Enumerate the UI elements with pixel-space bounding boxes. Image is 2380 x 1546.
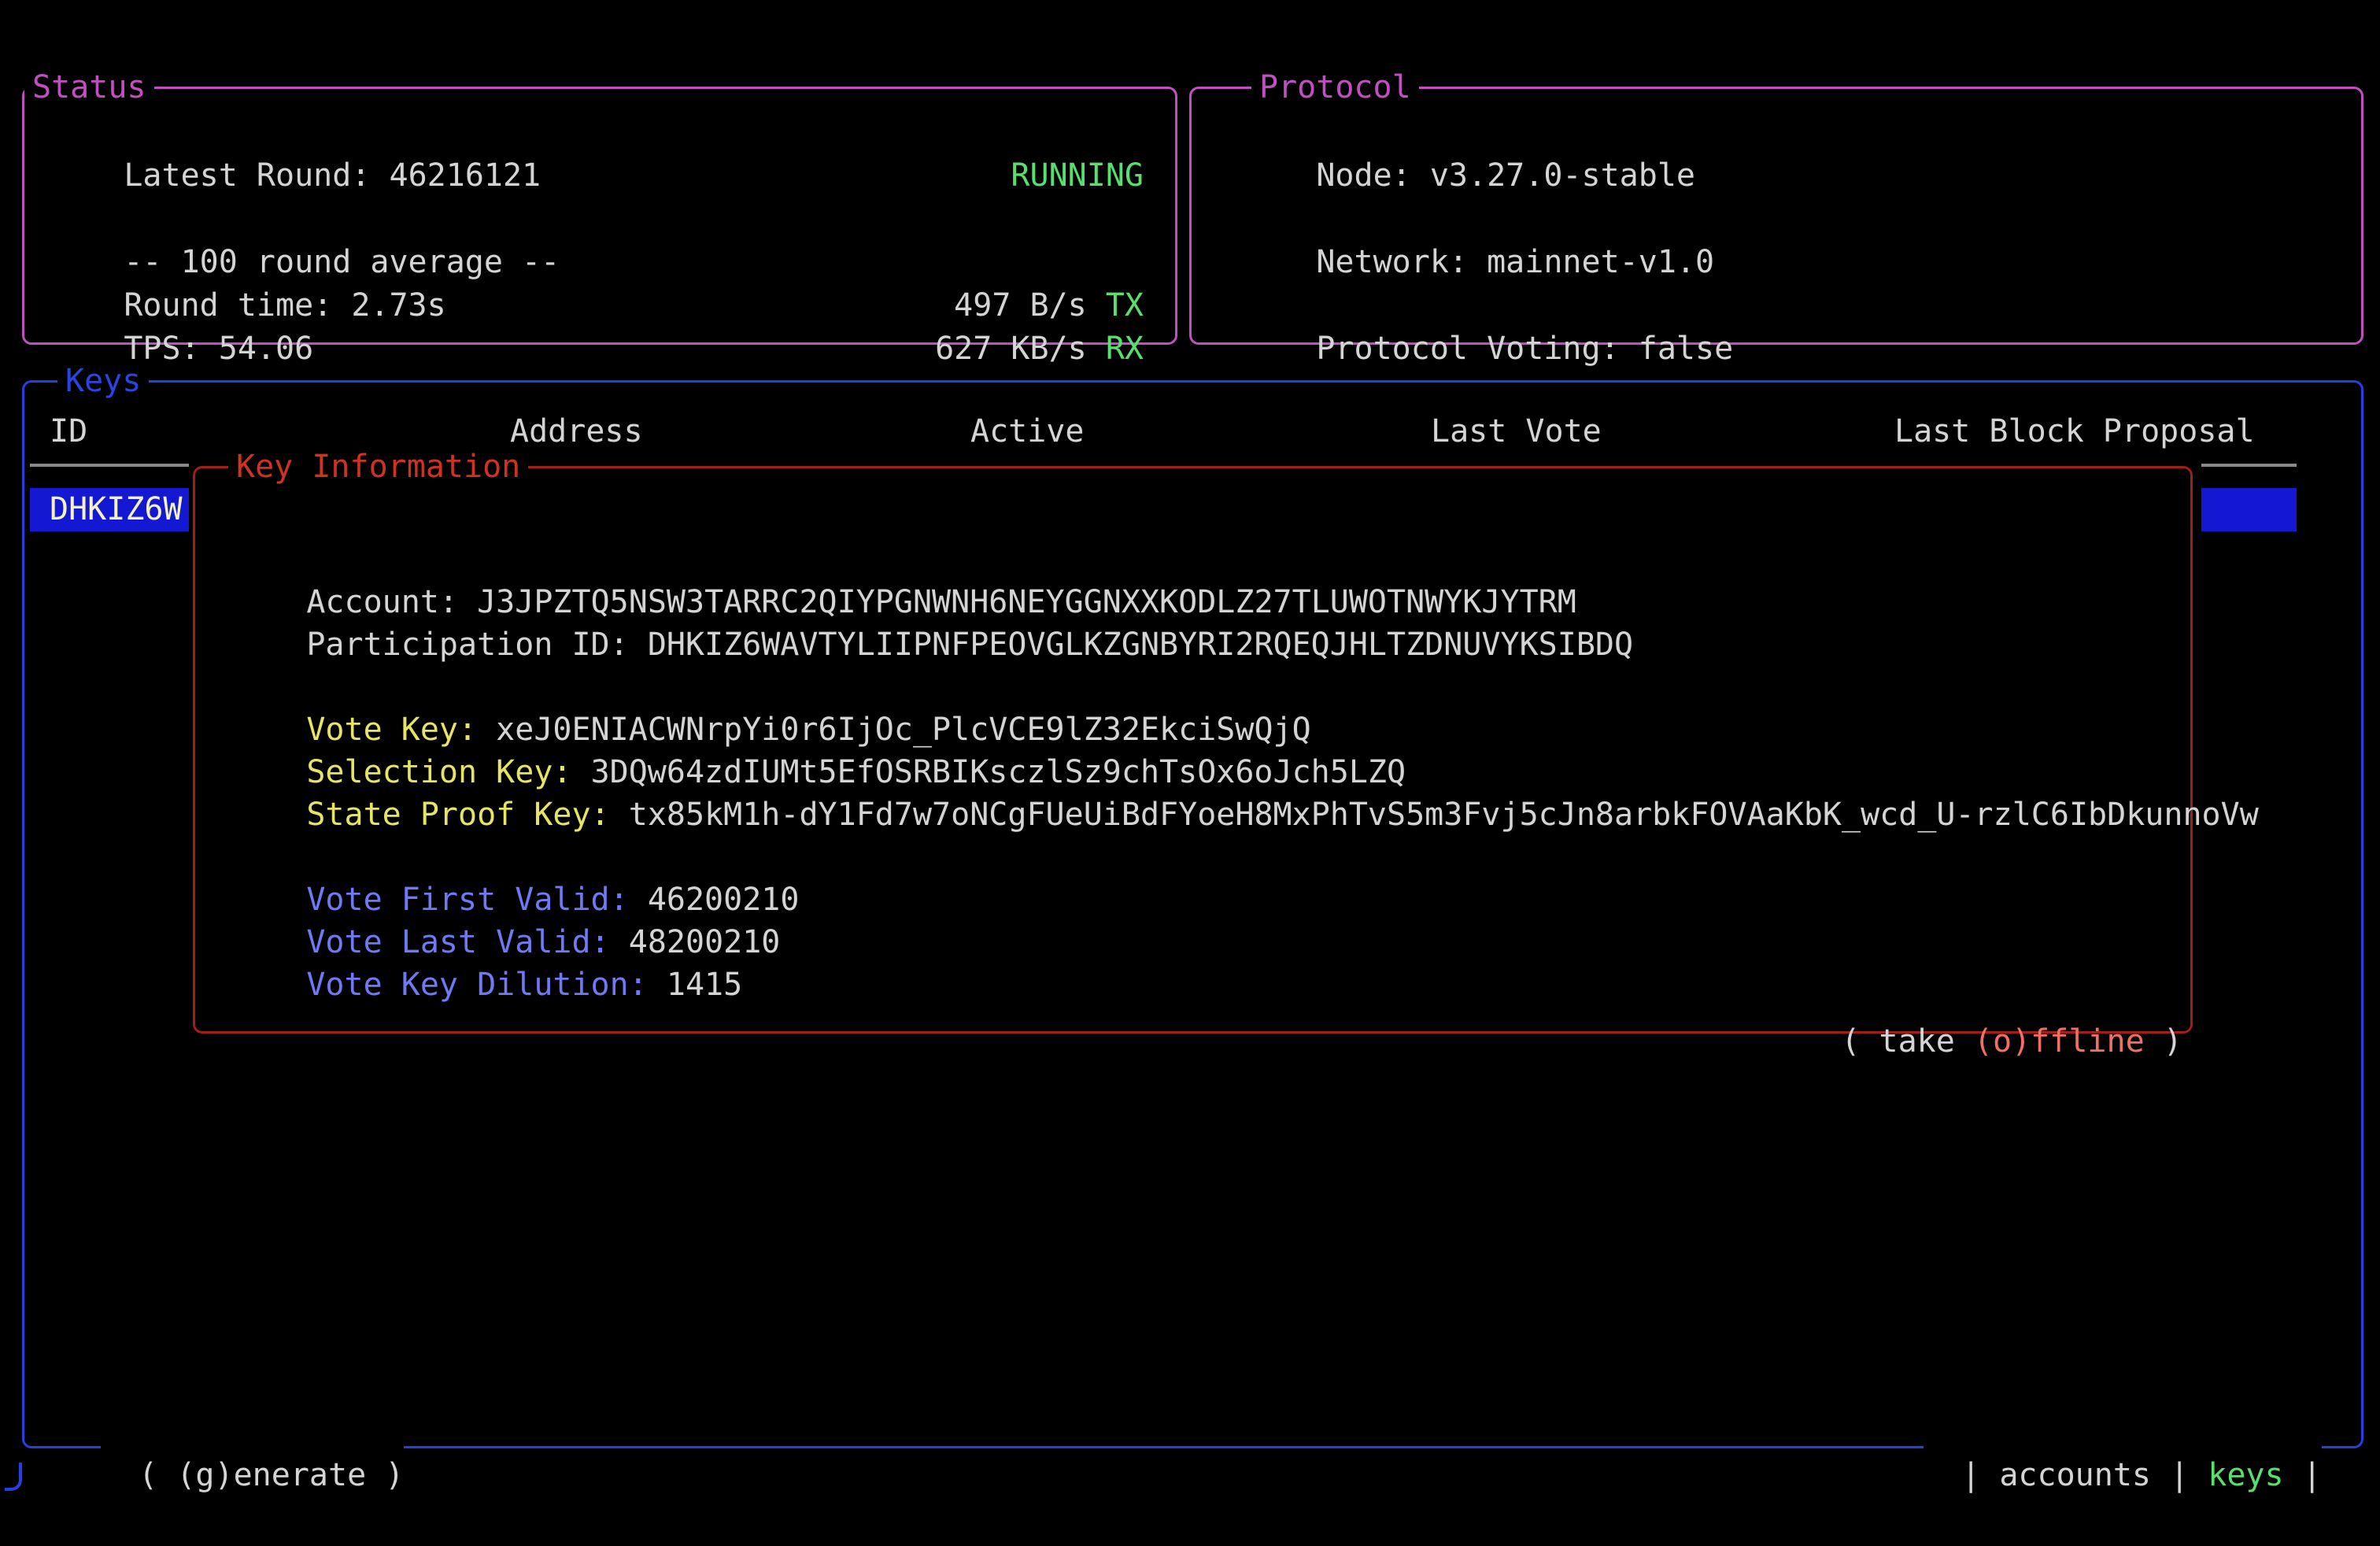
keys-panel-title: Keys (57, 364, 149, 398)
rx-rate-unit: RX (1106, 331, 1144, 367)
protocol-voting-line: Protocol Voting: false (1240, 284, 1733, 327)
tab-bar-separator: | (1961, 1457, 1999, 1493)
table-row-selected-right-segment[interactable] (2201, 488, 2297, 531)
tab-accounts[interactable]: accounts (1999, 1457, 2151, 1493)
status-panel: Status Latest Round: 46216121 RUNNING --… (22, 87, 1177, 345)
table-row-id[interactable]: DHKIZ6W (50, 488, 183, 531)
column-header-active: Active (970, 410, 1085, 453)
tab-keys[interactable]: keys (2208, 1457, 2283, 1493)
rx-rate-line: 627 KB/s RX (859, 284, 1144, 327)
participation-id-value: DHKIZ6WAVTYLIIPNFPEOVGLKZGNBYRI2RQEQJHLT… (648, 627, 1633, 663)
tps-value: 54.06 (219, 331, 313, 367)
table-row-selected[interactable]: DHKIZ6W (30, 488, 189, 531)
key-information-modal: Key Information Account: J3JPZTQ5NSW3TAR… (193, 466, 2193, 1034)
account-line: Account: J3JPZTQ5NSW3TARRC2QIYPGNWNH6NEY… (231, 538, 1576, 581)
generate-button[interactable]: ( (g)enerate ) (101, 1428, 404, 1459)
latest-round-label: Latest Round: (124, 157, 389, 194)
participation-id-label: Participation ID: (306, 627, 647, 663)
column-header-last-vote: Last Vote (1431, 410, 1602, 453)
node-version-label: Node: (1316, 157, 1430, 194)
network-label: Network: (1316, 244, 1487, 280)
key-information-title: Key Information (228, 449, 528, 484)
node-state-badge: RUNNING (1011, 157, 1144, 194)
protocol-panel-title: Protocol (1251, 70, 1419, 105)
vote-key-dilution-value: 1415 (667, 967, 742, 1003)
state-proof-key-line: State Proof Key: tx85kM1h-dY1Fd7w7oNCgFU… (231, 750, 2259, 793)
rx-rate-value: 627 KB/s (935, 331, 1106, 367)
offline-hotkey: (o)ffline (1974, 1023, 2145, 1060)
vote-key-dilution-line: Vote Key Dilution: 1415 (231, 920, 742, 963)
protocol-voting-label: Protocol Voting: (1316, 331, 1638, 367)
state-proof-key-label: State Proof Key: (306, 797, 628, 833)
vote-first-valid-line: Vote First Valid: 46200210 (231, 835, 799, 878)
header-separator-right (2201, 464, 2297, 467)
node-version-value: v3.27.0-stable (1430, 157, 1695, 194)
vote-key-dilution-label: Vote Key Dilution: (306, 967, 667, 1003)
column-header-address: Address (510, 410, 643, 453)
status-panel-title: Status (24, 70, 154, 105)
tps-line: TPS: 54.06 (48, 284, 313, 327)
latest-round-value: 46216121 (389, 157, 541, 194)
column-header-last-block-proposal: Last Block Proposal (1894, 410, 2255, 453)
round-time-value: 2.73s (351, 287, 445, 324)
participation-id-line: Participation ID: DHKIZ6WAVTYLIIPNFPEOVG… (231, 580, 1633, 623)
selection-key-line: Selection Key: 3DQw64zdIUMt5EfOSRBIKsczl… (231, 708, 1406, 751)
state-proof-key-value: tx85kM1h-dY1Fd7w7oNCgFUeUiBdFYoeH8MxPhTv… (629, 797, 2259, 833)
vote-last-valid-line: Vote Last Valid: 48200210 (231, 878, 780, 921)
tps-label: TPS: (124, 331, 218, 367)
tab-bar-separator: | (2284, 1457, 2322, 1493)
network-line: Network: mainnet-v1.0 (1240, 198, 1714, 241)
tx-rate-line: 497 B/s TX (878, 241, 1144, 284)
latest-round-line: Latest Round: 46216121 (48, 111, 541, 154)
stray-border-fragment (5, 1463, 22, 1491)
protocol-panel: Protocol Node: v3.27.0-stable Network: m… (1189, 87, 2363, 345)
take-offline-button[interactable]: ( take (o)ffline ) (1765, 994, 2182, 1026)
round-average-header: -- 100 round average -- (48, 198, 560, 241)
round-time-line: Round time: 2.73s (48, 241, 446, 284)
node-state-line: RUNNING (935, 111, 1144, 154)
tab-bar-separator: | (2151, 1457, 2208, 1493)
protocol-voting-value: false (1639, 331, 1733, 367)
vote-key-line: Vote Key: xeJ0ENIACWNrpYi0r6IjOc_PlcVCE9… (231, 665, 1311, 708)
header-separator-left (30, 464, 189, 467)
column-header-id: ID (50, 410, 87, 453)
view-tab-bar: | accounts | keys | (1924, 1428, 2322, 1459)
node-version-line: Node: v3.27.0-stable (1240, 111, 1695, 154)
network-value: mainnet-v1.0 (1487, 244, 1714, 280)
